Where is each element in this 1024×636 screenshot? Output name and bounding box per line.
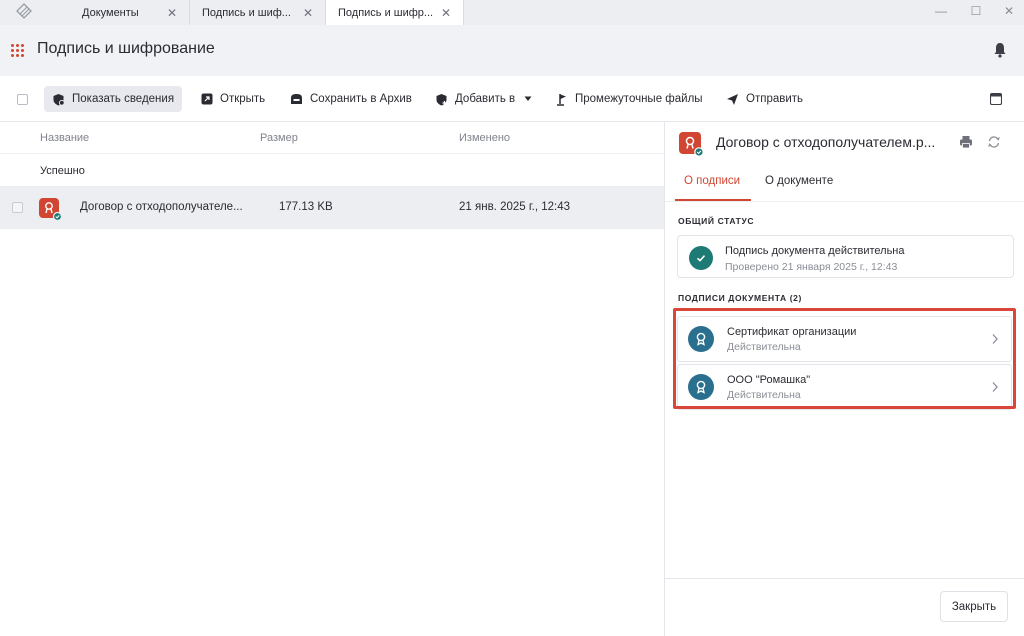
app-header: Подпись и шифрование — [0, 25, 1024, 76]
panel-title: Договор с отходополучателем.p... — [716, 134, 936, 150]
close-icon[interactable]: ✕ — [167, 6, 177, 20]
signed-document-icon — [39, 198, 62, 221]
tab-documents[interactable]: Документы ✕ — [54, 0, 190, 25]
close-icon[interactable]: ✕ — [441, 6, 451, 20]
apps-grid-icon[interactable] — [11, 44, 24, 57]
close-icon[interactable]: ✕ — [303, 6, 313, 20]
tab-signature-info[interactable]: О подписи — [684, 175, 740, 187]
signature-status-card: Подпись документа действительна Проверен… — [677, 235, 1014, 278]
caret-down-icon — [524, 96, 532, 101]
footer-divider — [665, 578, 1024, 579]
send-icon — [727, 93, 738, 105]
send-label: Отправить — [746, 93, 804, 105]
check-circle-icon — [689, 246, 713, 270]
tab-document-info[interactable]: О документе — [765, 175, 833, 187]
shield-add-icon — [436, 93, 447, 105]
add-to-label: Добавить в — [455, 93, 516, 105]
select-all-checkbox[interactable] — [17, 94, 28, 105]
tab-strip: Документы ✕ Подпись и шиф... ✕ Подпись и… — [0, 0, 1024, 25]
archive-icon — [291, 94, 302, 104]
highlight-frame — [673, 308, 1016, 409]
page-title: Подпись и шифрование — [37, 40, 215, 57]
show-info-label: Показать сведения — [72, 93, 175, 105]
intermediate-files-button[interactable]: Промежуточные файлы — [548, 86, 711, 112]
bell-icon[interactable] — [993, 42, 1007, 58]
open-label: Открыть — [220, 93, 266, 105]
print-icon[interactable] — [959, 135, 973, 149]
tab-label: Подпись и шиф... — [202, 6, 291, 19]
file-list-header: Название Размер Изменено — [0, 122, 664, 154]
save-archive-button[interactable]: Сохранить в Архив — [282, 86, 420, 112]
group-label: Успешно — [40, 165, 85, 177]
status-checked-time: Проверено 21 января 2025 г., 12:43 — [725, 261, 898, 273]
file-size: 177.13 KB — [279, 201, 333, 213]
side-panel-icon[interactable] — [990, 93, 1002, 105]
signed-document-icon — [679, 132, 704, 157]
window-close-icon[interactable]: ✕ — [1002, 4, 1016, 18]
intermediate-files-label: Промежуточные файлы — [575, 93, 703, 105]
tab-signature-2[interactable]: Подпись и шифр... ✕ — [326, 0, 464, 25]
close-button[interactable]: Закрыть — [940, 591, 1008, 622]
table-row[interactable]: Договор с отходополучателе... 177.13 KB … — [0, 186, 664, 229]
column-size[interactable]: Размер — [260, 132, 298, 144]
tab-label: Документы — [82, 6, 139, 19]
overall-status-label: ОБЩИЙ СТАТУС — [678, 216, 755, 226]
open-external-icon — [201, 93, 213, 105]
tabs-divider — [665, 201, 1024, 202]
tab-label: Подпись и шифр... — [338, 6, 434, 19]
app-logo-icon — [16, 3, 32, 19]
flag-icon — [557, 93, 566, 106]
tab-signature-1[interactable]: Подпись и шиф... ✕ — [190, 0, 326, 25]
file-modified: 21 янв. 2025 г., 12:43 — [459, 201, 570, 213]
add-to-button[interactable]: Добавить в — [427, 86, 540, 112]
save-archive-label: Сохранить в Архив — [310, 93, 412, 105]
file-name: Договор с отходополучателе... — [80, 201, 243, 213]
minimize-icon[interactable]: — — [934, 4, 948, 18]
refresh-icon[interactable] — [987, 135, 1001, 149]
maximize-icon[interactable]: ☐ — [969, 4, 983, 18]
status-title: Подпись документа действительна — [725, 245, 905, 257]
active-tab-indicator — [675, 199, 751, 201]
signatures-label: ПОДПИСИ ДОКУМЕНТА (2) — [678, 293, 802, 303]
column-modified[interactable]: Изменено — [459, 132, 510, 144]
shield-info-icon — [53, 93, 65, 106]
toolbar: Показать сведения Открыть Сохранить в Ар… — [0, 76, 1024, 122]
send-button[interactable]: Отправить — [718, 86, 811, 112]
open-button[interactable]: Открыть — [193, 86, 273, 112]
show-info-button[interactable]: Показать сведения — [44, 86, 183, 112]
panel-divider — [664, 122, 665, 636]
row-checkbox[interactable] — [12, 202, 23, 213]
column-name[interactable]: Название — [40, 132, 89, 144]
